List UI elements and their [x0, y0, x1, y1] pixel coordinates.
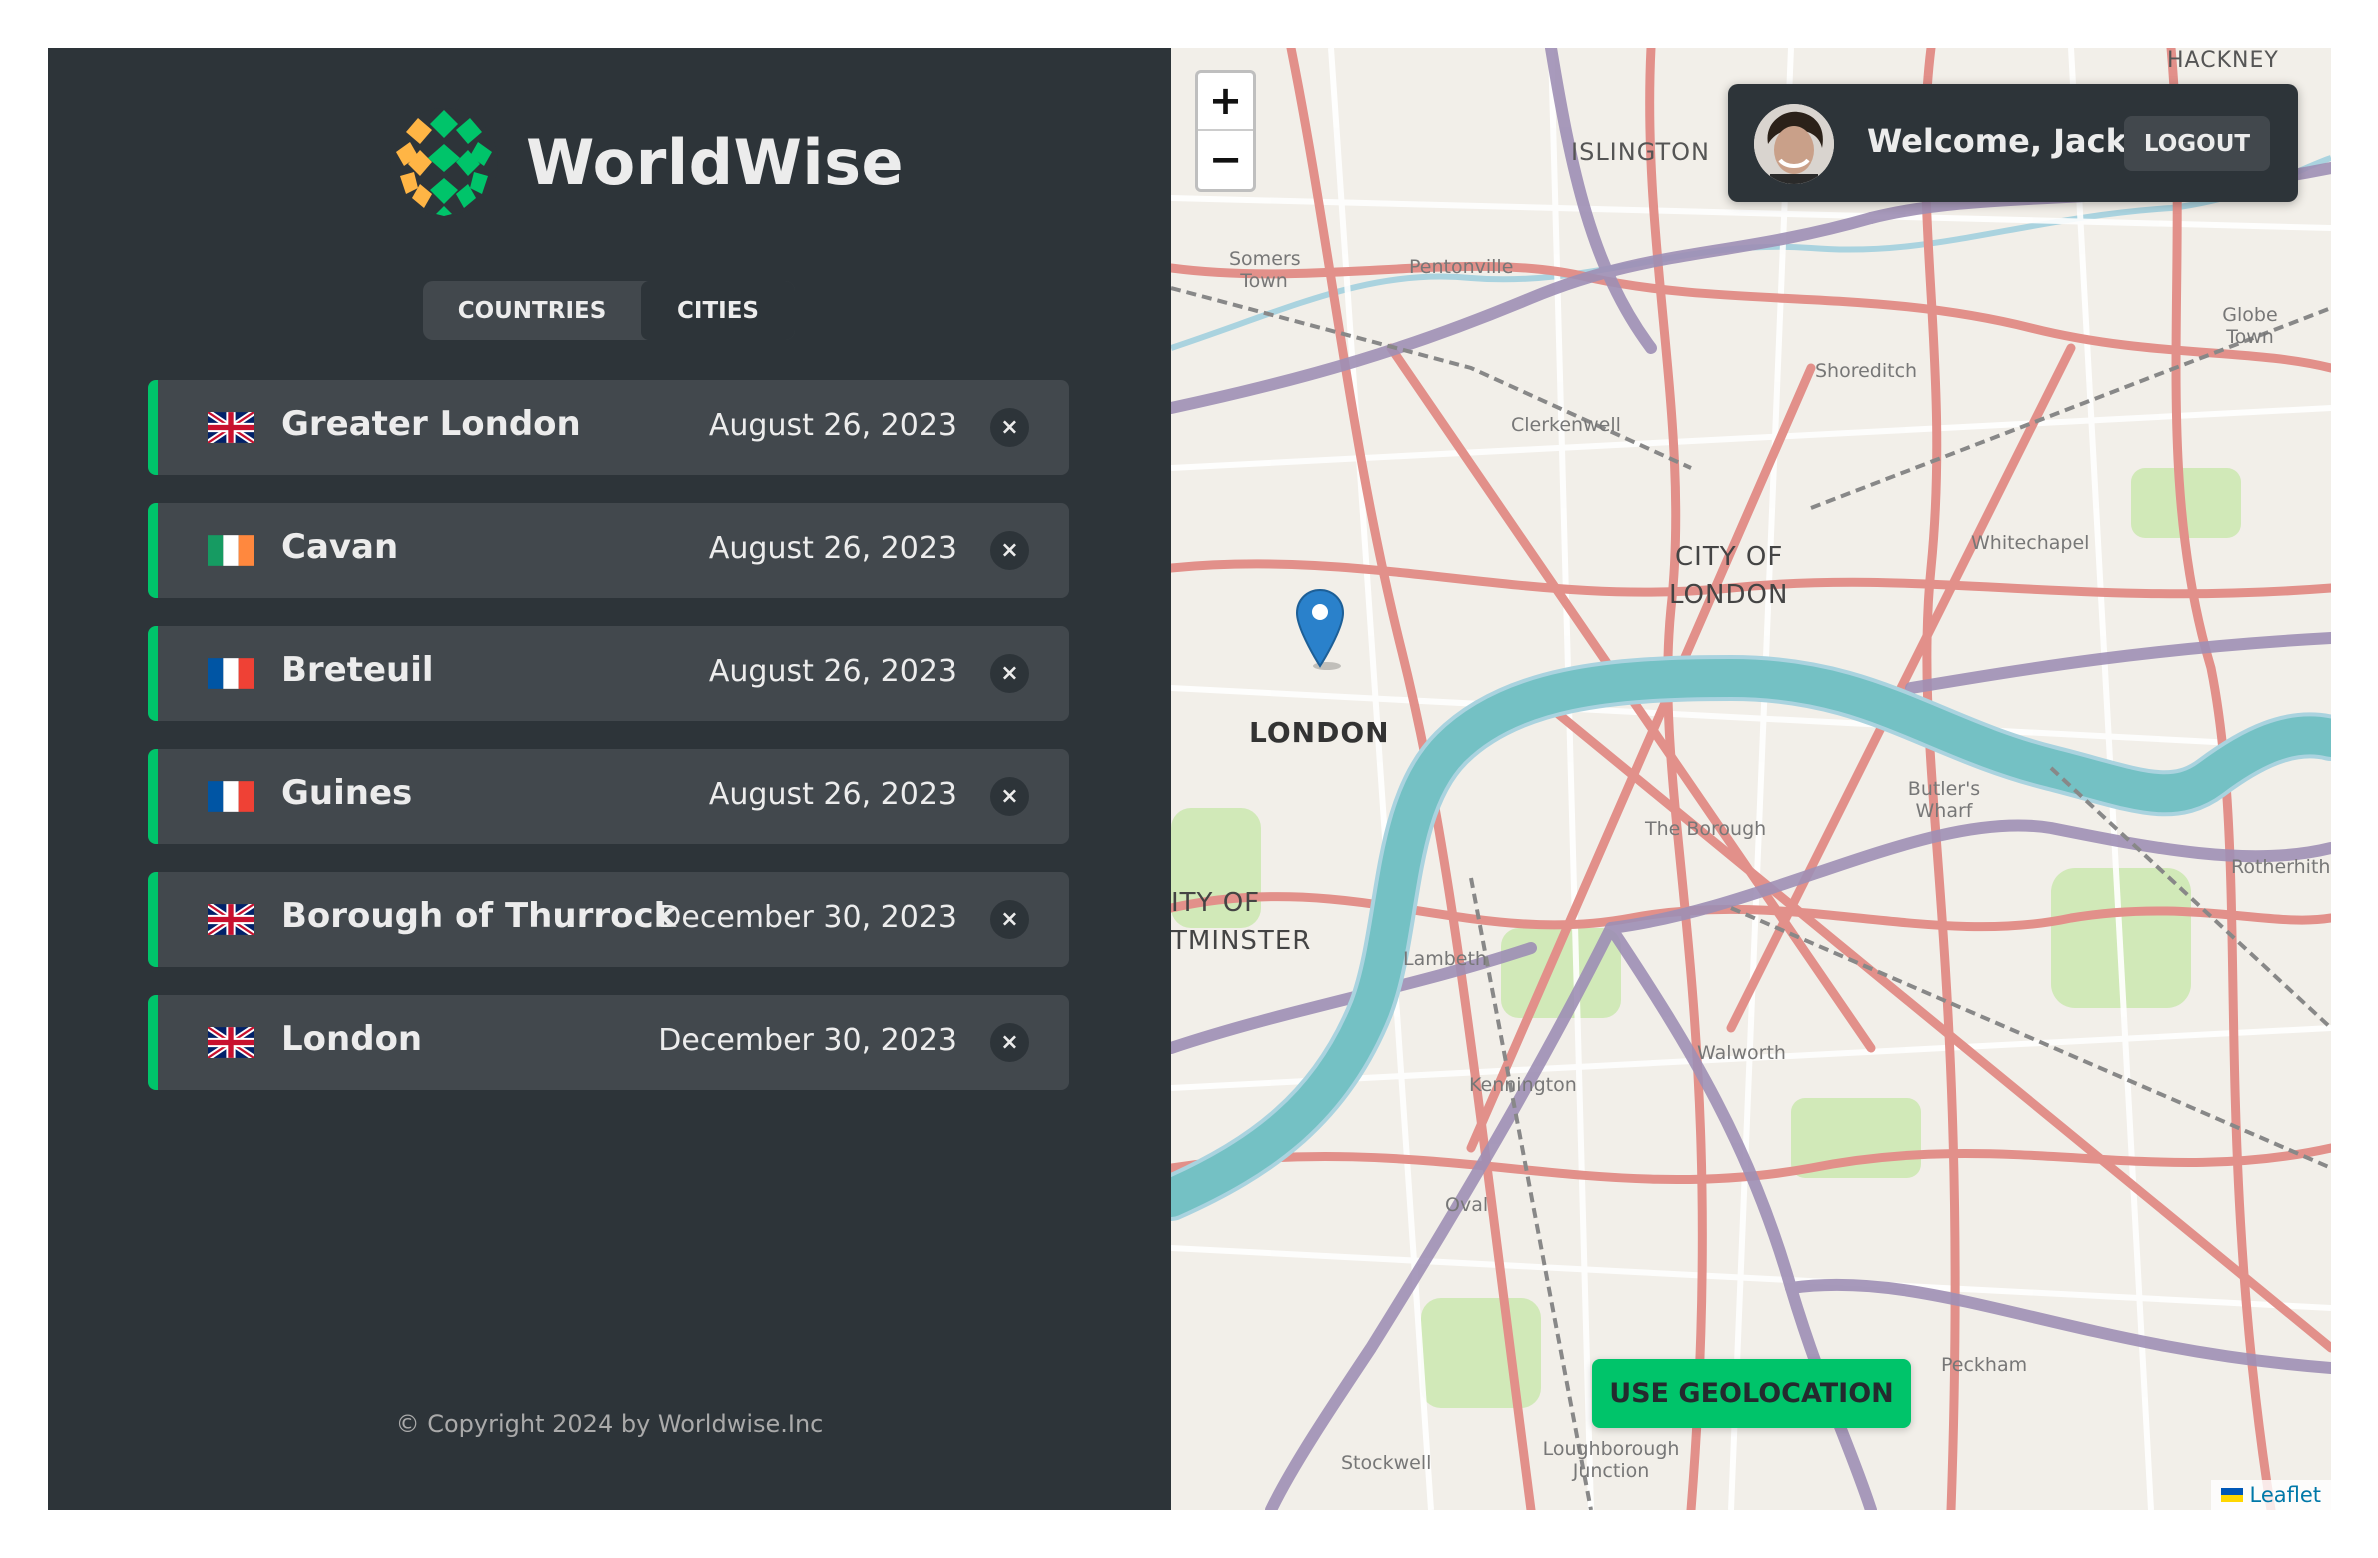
- city-name: Cavan: [281, 527, 399, 567]
- map-attribution[interactable]: Leaflet: [2211, 1480, 2331, 1510]
- map-label-hackney: HACKNEY: [2167, 48, 2279, 73]
- app-name: WorldWise: [526, 125, 905, 199]
- map-label-pentonville: Pentonville: [1409, 256, 1514, 278]
- map-label-peckham: Peckham: [1941, 1354, 2028, 1376]
- avatar: [1754, 104, 1834, 184]
- ireland-flag-icon: [208, 535, 254, 566]
- map-label-westminster: ITY OF: [1171, 888, 1261, 918]
- city-name: Guines: [281, 773, 413, 813]
- map-label-globe-town: Globe Town: [2222, 304, 2278, 348]
- uk-flag-icon: [208, 412, 254, 443]
- copyright: © Copyright 2024 by Worldwise.Inc: [395, 1410, 824, 1438]
- city-name: Breteuil: [281, 650, 434, 690]
- map-label-stockwell: Stockwell: [1341, 1452, 1432, 1474]
- logout-button[interactable]: LOGOUT: [2124, 116, 2270, 171]
- map-tiles[interactable]: [1171, 48, 2331, 1510]
- map-label-walworth: Walworth: [1697, 1042, 1786, 1064]
- globe-logo-icon: [390, 108, 498, 216]
- france-flag-icon: [208, 658, 254, 689]
- delete-city-button[interactable]: ×: [990, 408, 1029, 447]
- welcome-text: Welcome, Jack: [1867, 122, 2127, 160]
- delete-city-button[interactable]: ×: [990, 654, 1029, 693]
- city-name: London: [281, 1019, 423, 1059]
- uk-flag-icon: [208, 1027, 254, 1058]
- leaflet-link[interactable]: Leaflet: [2249, 1483, 2321, 1507]
- use-geolocation-button[interactable]: USE GEOLOCATION: [1592, 1359, 1911, 1428]
- city-date: August 26, 2023: [708, 531, 957, 566]
- user-avatar-icon: [1754, 104, 1834, 184]
- list-item[interactable]: Greater London August 26, 2023 ×: [148, 380, 1069, 475]
- list-item[interactable]: London December 30, 2023 ×: [148, 995, 1069, 1090]
- map-label-lambeth: Lambeth: [1403, 948, 1487, 970]
- tab-cities[interactable]: CITIES: [641, 281, 795, 340]
- city-date: December 30, 2023: [658, 1023, 957, 1058]
- logo[interactable]: WorldWise: [388, 106, 904, 218]
- app-layout: WorldWise COUNTRIES CITIES Greater Londo…: [48, 48, 2331, 1510]
- uk-flag-icon: [208, 904, 254, 935]
- map-label-whitechapel: Whitechapel: [1971, 532, 2090, 554]
- delete-city-button[interactable]: ×: [990, 1023, 1029, 1062]
- map-label-kennington: Kennington: [1469, 1074, 1577, 1096]
- tab-countries[interactable]: COUNTRIES: [423, 281, 641, 340]
- city-date: August 26, 2023: [708, 408, 957, 443]
- city-date: August 26, 2023: [708, 654, 957, 689]
- sidebar: WorldWise COUNTRIES CITIES Greater Londo…: [48, 48, 1171, 1510]
- ukraine-flag-icon: [2221, 1488, 2244, 1502]
- user-panel: Welcome, Jack LOGOUT: [1728, 84, 2298, 202]
- delete-city-button[interactable]: ×: [990, 777, 1029, 816]
- zoom-out-button[interactable]: −: [1198, 131, 1253, 189]
- france-flag-icon: [208, 781, 254, 812]
- map-label-butlers-wharf: Butler's Wharf: [1907, 778, 1981, 822]
- zoom-control: + −: [1195, 70, 1256, 192]
- list-item[interactable]: Cavan August 26, 2023 ×: [148, 503, 1069, 598]
- city-name: Greater London: [281, 404, 581, 444]
- map-label-city-of-london: LONDON: [1669, 580, 1789, 610]
- map-label-the-borough: The Borough: [1645, 818, 1767, 840]
- map-label-city-of-london: CITY OF: [1675, 542, 1784, 572]
- city-name: Borough of Thurrock: [281, 896, 677, 936]
- map-marker-icon[interactable]: [1292, 588, 1348, 670]
- city-date: August 26, 2023: [708, 777, 957, 812]
- map-label-london: LONDON: [1249, 716, 1390, 749]
- delete-city-button[interactable]: ×: [990, 900, 1029, 939]
- list-item[interactable]: Guines August 26, 2023 ×: [148, 749, 1069, 844]
- delete-city-button[interactable]: ×: [990, 531, 1029, 570]
- map-label-oval: Oval: [1445, 1194, 1489, 1216]
- zoom-in-button[interactable]: +: [1198, 73, 1253, 131]
- map-label-rotherhithe: Rotherhith: [2231, 856, 2331, 878]
- view-tabs: COUNTRIES CITIES: [423, 281, 795, 340]
- list-item[interactable]: Breteuil August 26, 2023 ×: [148, 626, 1069, 721]
- list-item[interactable]: Borough of Thurrock December 30, 2023 ×: [148, 872, 1069, 967]
- map-label-clerkenwell: Clerkenwell: [1511, 414, 1621, 436]
- map-label-shoreditch: Shoreditch: [1815, 360, 1918, 382]
- map-label-loughborough: Loughborough Junction: [1542, 1438, 1680, 1482]
- city-list: Greater London August 26, 2023 × Cavan A…: [148, 380, 1069, 1118]
- map-label-westminster: TMINSTER: [1171, 926, 1312, 956]
- map-label-somers-town: Somers Town: [1229, 248, 1301, 292]
- map[interactable]: HACKNEY ISLINGTON CITY OF LONDON LONDON …: [1171, 48, 2331, 1510]
- map-label-islington: ISLINGTON: [1571, 138, 1710, 166]
- city-date: December 30, 2023: [658, 900, 957, 935]
